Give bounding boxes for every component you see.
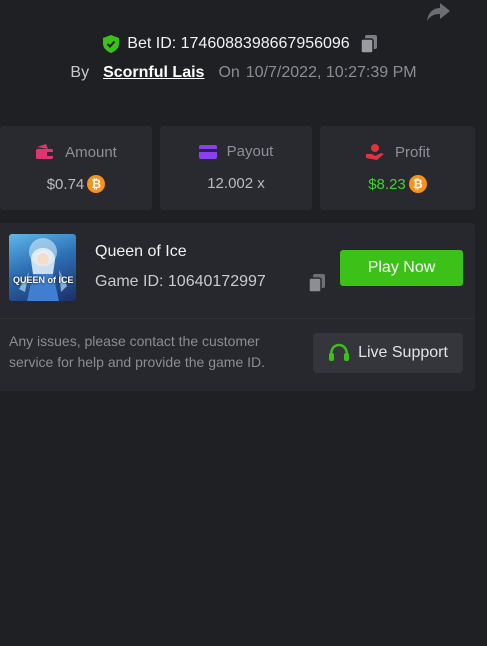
amount-icon xyxy=(36,144,54,159)
copy-game-id-icon[interactable] xyxy=(308,273,326,293)
divider xyxy=(0,318,475,319)
support-message: Any issues, please contact the customer … xyxy=(9,333,266,370)
profit-icon xyxy=(365,144,384,160)
game-thumbnail[interactable]: QUEEN of ICE xyxy=(9,234,76,301)
payout-label: Payout xyxy=(226,143,274,160)
stat-amount: Amount $0.74 ₿ xyxy=(0,126,152,210)
stat-profit: Profit $8.23 ₿ xyxy=(320,126,475,210)
copy-bet-id-icon[interactable] xyxy=(359,34,378,54)
bet-id: Bet ID: 1746088398667956096 xyxy=(127,35,350,52)
amount-value: $0.74 xyxy=(46,175,85,193)
bet-stats: Amount $0.74 ₿ Payout 12.002 x Profit $8… xyxy=(0,126,487,210)
share-icon[interactable] xyxy=(426,0,452,24)
play-now-button[interactable]: Play Now xyxy=(340,250,463,286)
bitcoin-icon: ₿ xyxy=(87,175,106,193)
queen-of-ice-artwork xyxy=(19,238,67,301)
game-name: Queen of Ice xyxy=(95,243,187,260)
amount-label: Amount xyxy=(65,143,117,161)
profit-label: Profit xyxy=(394,143,430,161)
bet-id-row: Bet ID: 1746088398667956096 xyxy=(0,34,487,54)
payout-value: 12.002 x xyxy=(207,175,265,192)
payout-icon xyxy=(198,144,217,159)
headset-icon xyxy=(329,343,350,361)
thumbnail-title: QUEEN of ICE xyxy=(13,275,74,285)
verified-shield-icon xyxy=(103,35,120,53)
bet-detail-panel: Bet ID: 1746088398667956096 By Scornful … xyxy=(0,0,487,646)
game-card: QUEEN of ICE Queen of Ice Game ID: 10640… xyxy=(0,223,475,391)
by-label: By xyxy=(70,64,90,81)
live-support-button[interactable]: Live Support xyxy=(313,333,463,373)
stat-payout: Payout 12.002 x xyxy=(160,126,312,210)
author-link[interactable]: Scornful Lais xyxy=(103,64,204,82)
game-id: Game ID: 10640172997 xyxy=(95,273,266,290)
bet-datetime: 10/7/2022, 10:27:39 PM xyxy=(245,64,417,81)
live-support-label: Live Support xyxy=(358,344,448,361)
bitcoin-icon: ₿ xyxy=(408,175,427,193)
profit-value: $8.23 xyxy=(368,175,406,193)
on-label: On xyxy=(218,64,240,81)
bet-author-row: By Scornful Lais On 10/7/2022, 10:27:39 … xyxy=(0,64,487,82)
